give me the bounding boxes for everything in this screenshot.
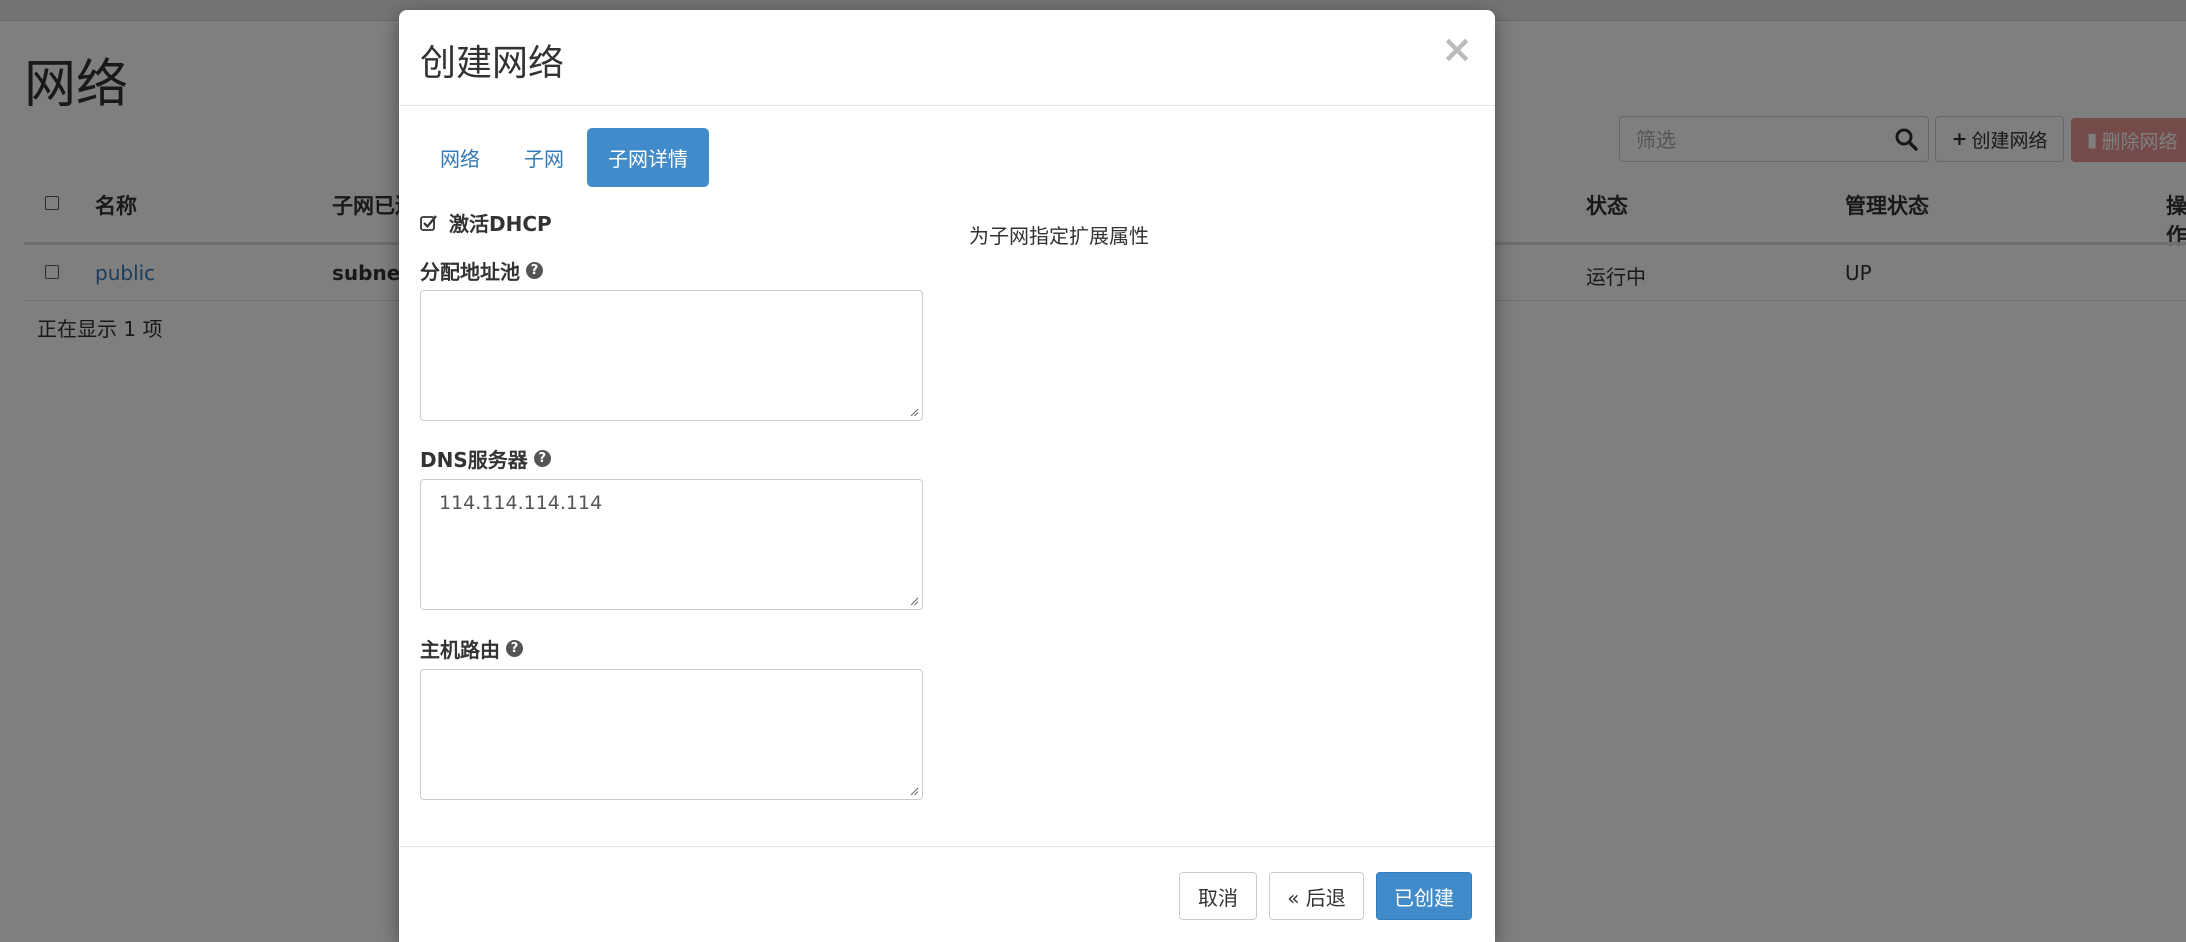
resize-grip-icon[interactable] bbox=[909, 596, 919, 606]
enable-dhcp-row: 激活DHCP bbox=[420, 208, 552, 237]
cancel-button[interactable]: 取消 bbox=[1179, 872, 1257, 920]
close-icon[interactable]: × bbox=[1441, 30, 1473, 68]
create-button[interactable]: 已创建 bbox=[1376, 872, 1472, 920]
question-circle-icon[interactable]: ? bbox=[533, 450, 551, 467]
dns-servers-label: DNS服务器 ? bbox=[420, 444, 551, 473]
subnet-details-description: 为子网指定扩展属性 bbox=[969, 224, 1149, 248]
create-network-modal: 创建网络 × 网络 子网 子网详情 激活DHCP 分配地址池 ? DNS服务器 … bbox=[399, 10, 1495, 942]
question-circle-icon[interactable]: ? bbox=[526, 262, 543, 279]
enable-dhcp-checkbox[interactable] bbox=[420, 214, 438, 232]
host-routes-label: 主机路由 ? bbox=[420, 634, 523, 663]
back-button[interactable]: « 后退 bbox=[1269, 872, 1364, 920]
resize-grip-icon[interactable] bbox=[909, 407, 919, 417]
modal-header: 创建网络 × bbox=[399, 10, 1495, 106]
tab-subnet-details[interactable]: 子网详情 bbox=[587, 128, 709, 187]
wizard-tabs: 网络 子网 子网详情 bbox=[419, 128, 711, 187]
enable-dhcp-label: 激活DHCP bbox=[449, 212, 552, 236]
dns-servers-label-text: DNS服务器 bbox=[420, 448, 528, 472]
dns-servers-value: 114.114.114.114 bbox=[439, 492, 603, 514]
modal-footer-divider bbox=[399, 846, 1495, 847]
dns-servers-textarea[interactable]: 114.114.114.114 bbox=[420, 479, 923, 610]
question-circle-icon[interactable]: ? bbox=[506, 640, 523, 657]
modal-title: 创建网络 bbox=[420, 43, 565, 84]
host-routes-label-text: 主机路由 bbox=[420, 638, 500, 662]
tab-network[interactable]: 网络 bbox=[419, 128, 501, 187]
host-routes-textarea[interactable] bbox=[420, 669, 923, 800]
resize-grip-icon[interactable] bbox=[909, 786, 919, 796]
tab-subnet[interactable]: 子网 bbox=[503, 128, 585, 187]
allocation-pools-label: 分配地址池 ? bbox=[420, 256, 543, 285]
allocation-pools-label-text: 分配地址池 bbox=[420, 260, 520, 284]
allocation-pools-textarea[interactable] bbox=[420, 290, 923, 421]
